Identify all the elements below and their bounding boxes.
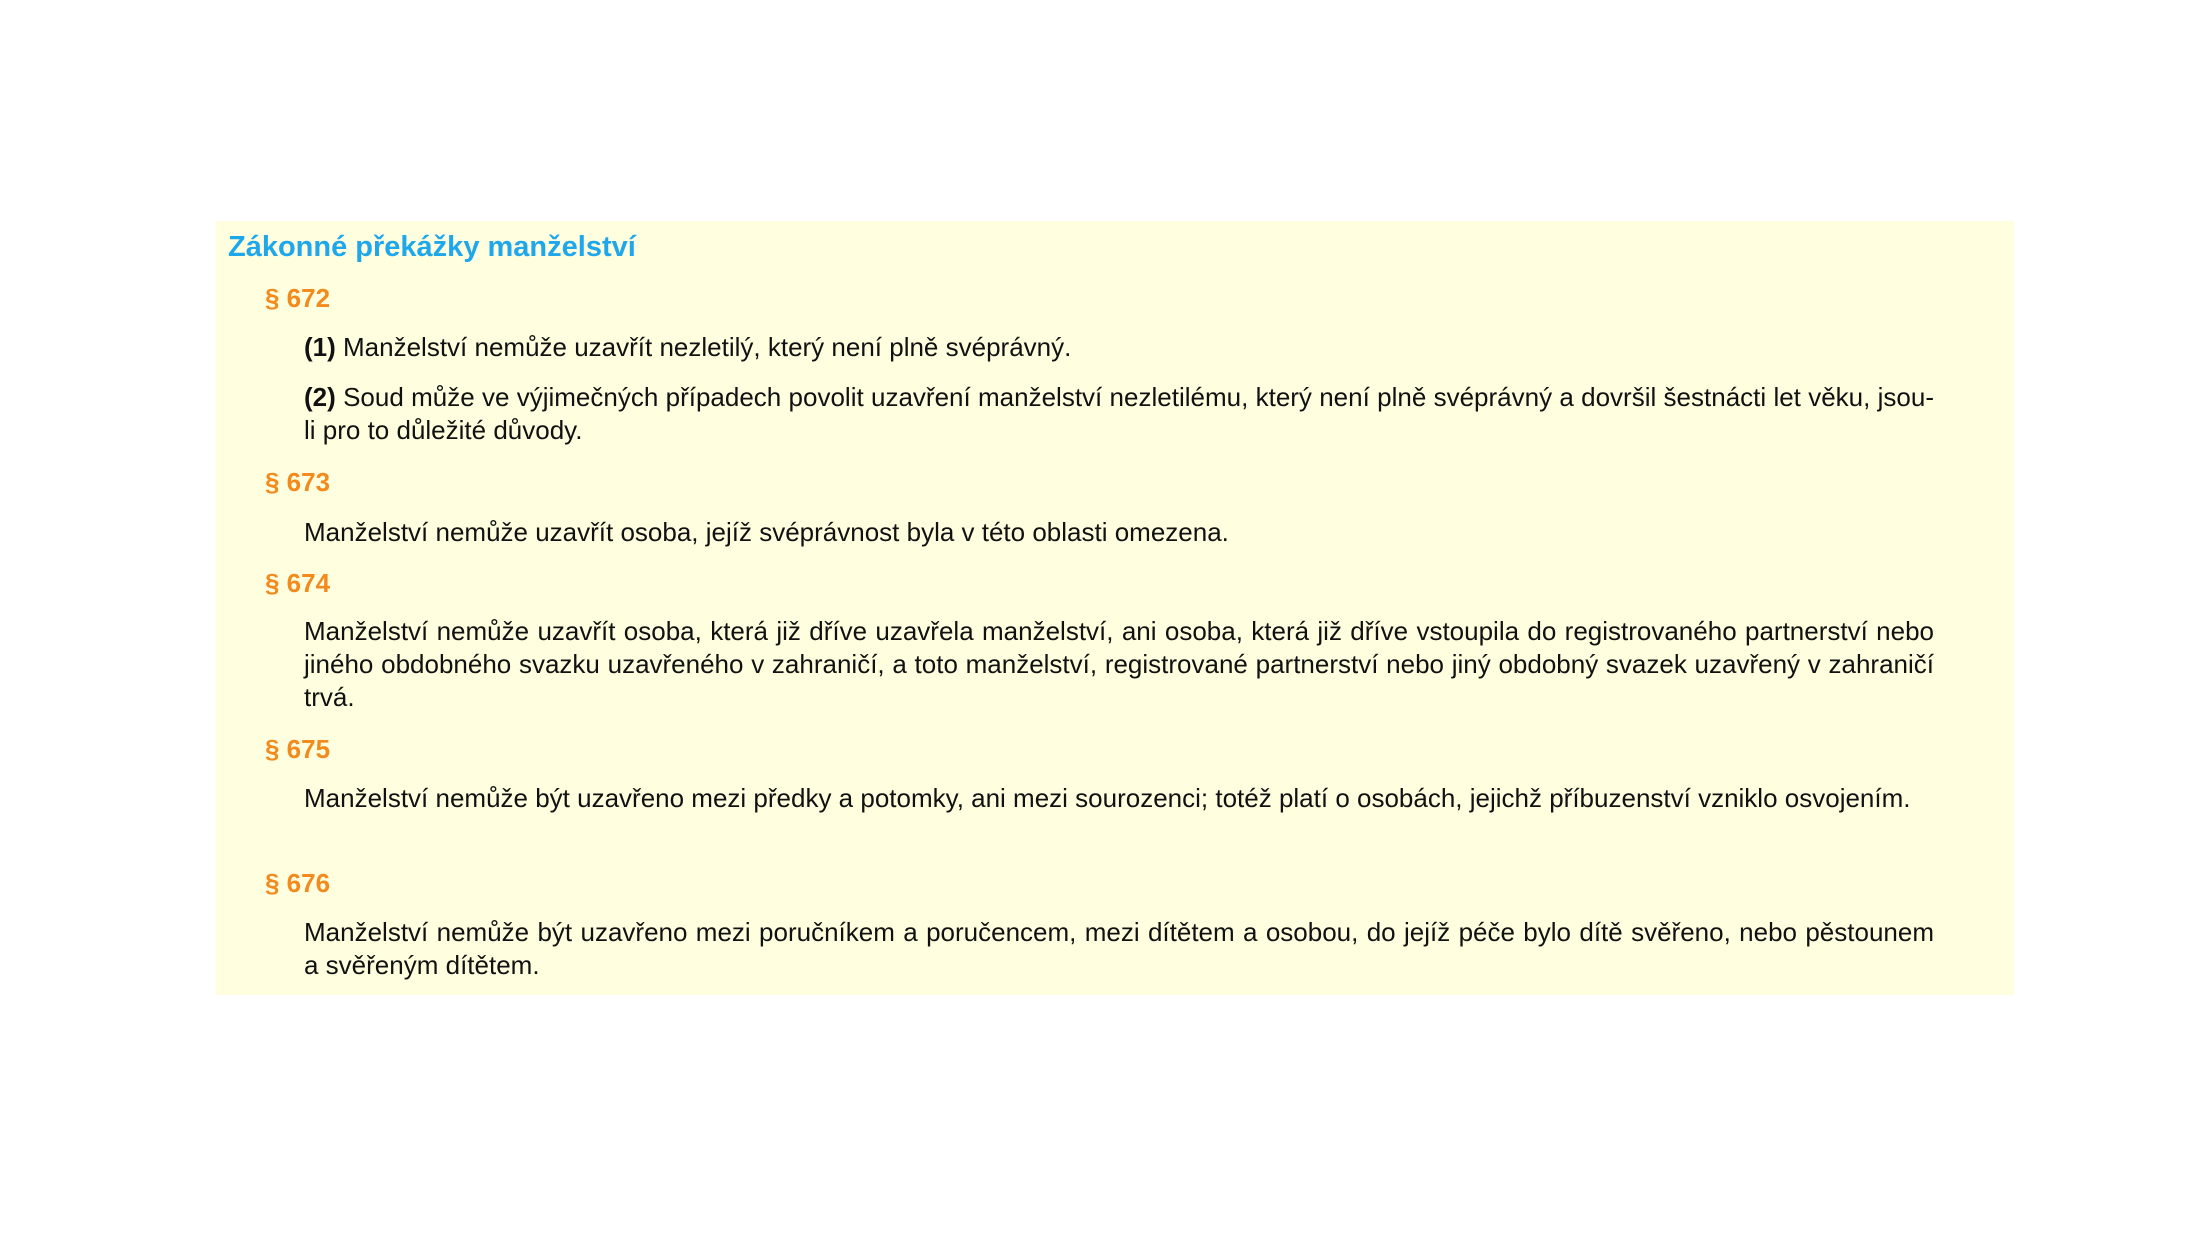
section-673-paragraph: Manželství nemůže uzavřít osoba, jejíž s… — [304, 517, 1229, 547]
document-title: Zákonné překážky manželství — [228, 231, 636, 263]
section-674-paragraph: Manželství nemůže uzavřít osoba, která j… — [304, 616, 1934, 712]
paragraph-text: Soud může ve výjimečných případech povol… — [304, 382, 1934, 445]
section-675-paragraph: Manželství nemůže být uzavřeno mezi před… — [304, 783, 1911, 813]
paragraph-number: (1) — [304, 332, 336, 362]
paragraph-number: (2) — [304, 382, 336, 412]
section-heading-672: § 672 — [265, 283, 331, 313]
section-heading-673: § 673 — [265, 467, 331, 497]
section-676-paragraph: Manželství nemůže být uzavřeno mezi poru… — [304, 917, 1934, 980]
section-heading-674: § 674 — [265, 568, 331, 598]
legal-text-panel: Zákonné překážky manželství § 672 (1) Ma… — [216, 221, 2014, 995]
section-672-paragraph-1: (1) Manželství nemůže uzavřít nezletilý,… — [304, 331, 1934, 364]
paragraph-text: Manželství nemůže uzavřít nezletilý, kte… — [335, 332, 1072, 362]
section-672-paragraph-2: (2) Soud může ve výjimečných případech p… — [304, 381, 1934, 447]
section-heading-675: § 675 — [265, 734, 331, 764]
section-heading-676: § 676 — [265, 868, 331, 898]
